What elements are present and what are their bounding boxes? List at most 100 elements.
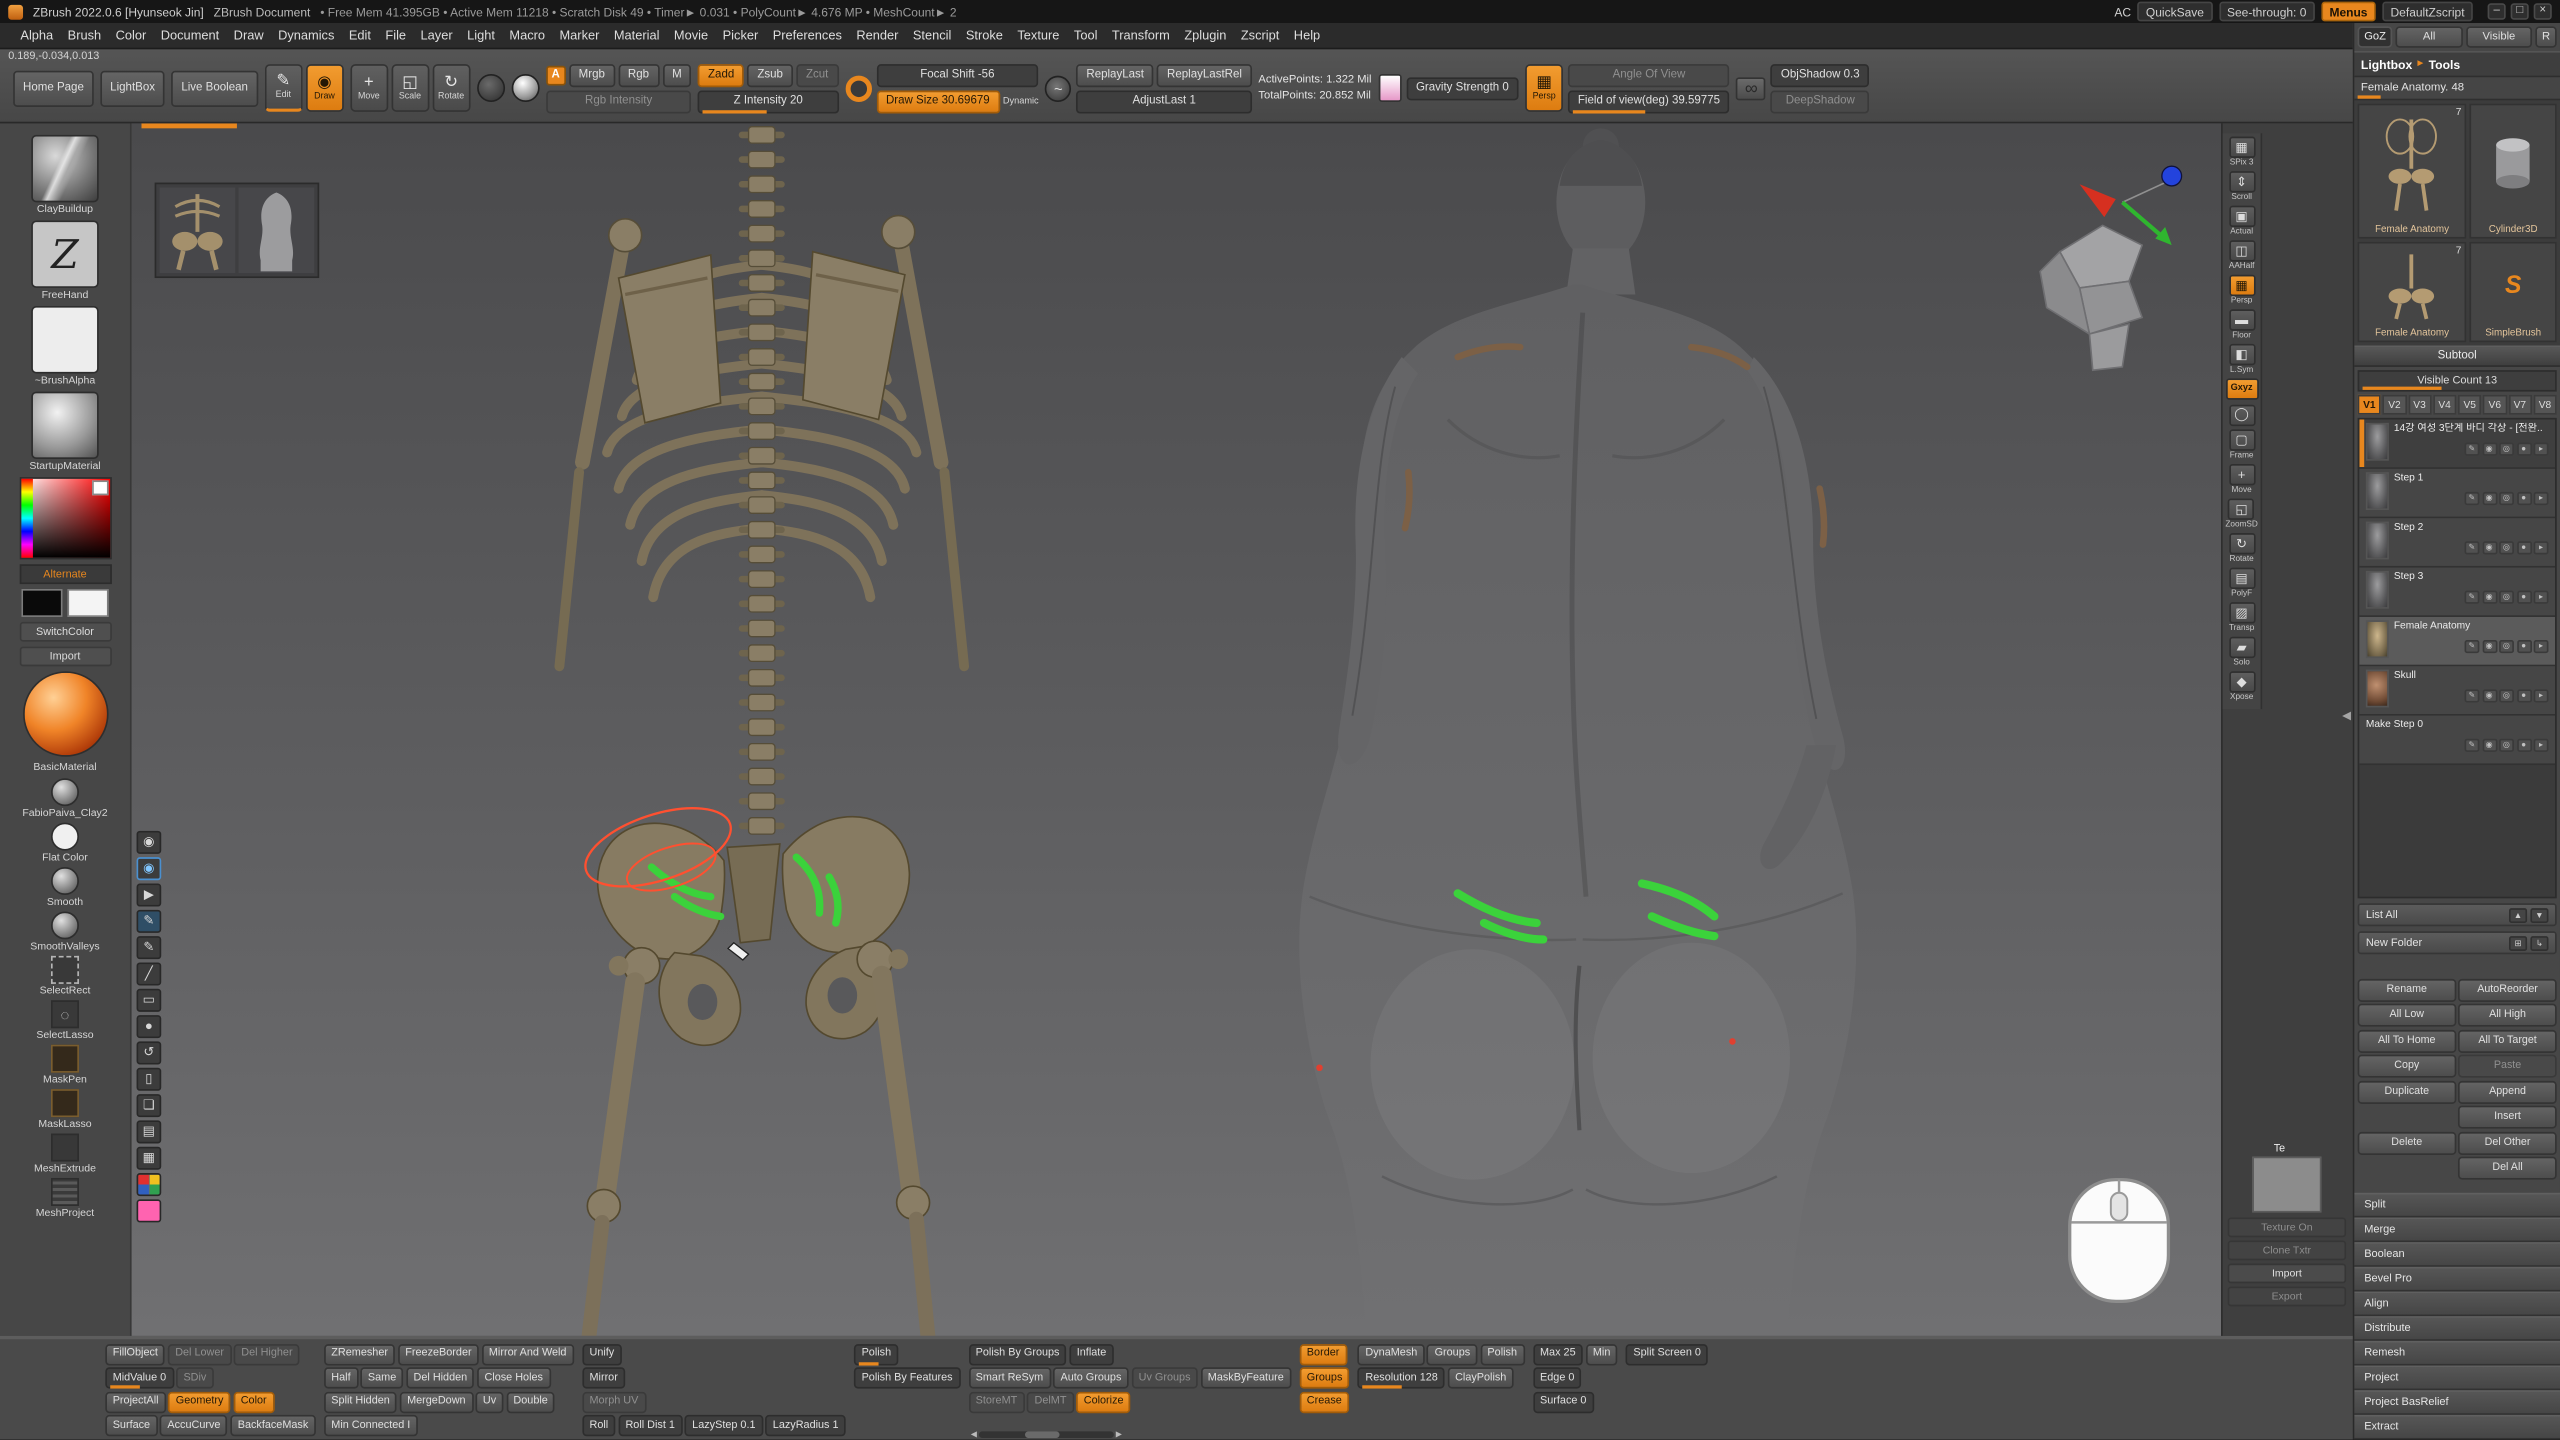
tool-button-morph-uv[interactable]: Morph UV [582,1391,646,1412]
menu-picker[interactable]: Picker [715,25,765,46]
action-autoreorder[interactable]: AutoReorder [2458,978,2556,1001]
tool-button-delmt[interactable]: DelMT [1027,1391,1074,1412]
subtool-row-make-step-0[interactable]: Make Step 0✎◉◎●▸ [2359,716,2555,765]
current-material-preview[interactable] [22,671,108,757]
zoom3d-button[interactable]: ◯ [2228,404,2254,425]
texture-export-button[interactable]: Export [2228,1287,2346,1307]
subtool-arrow-icon[interactable]: ▸ [2534,640,2549,653]
action-all-low[interactable]: All Low [2358,1004,2456,1027]
trash-icon[interactable]: ▯ [137,1068,162,1091]
adjust-last-slider[interactable]: AdjustLast 1 [1077,90,1252,113]
eraser-icon[interactable]: ▭ [137,989,162,1012]
menu-zplugin[interactable]: Zplugin [1177,25,1234,46]
menu-tool[interactable]: Tool [1067,25,1105,46]
goz-visible-button[interactable]: Visible [2466,26,2533,47]
tool-button-polish-by-features[interactable]: Polish By Features [854,1367,960,1388]
tool-button-freezeborder[interactable]: FreezeBorder [398,1343,479,1364]
section-split[interactable]: Split [2354,1193,2560,1218]
import-button[interactable]: Import [19,647,111,667]
thumbnail-skeleton[interactable] [160,188,236,274]
canvas-area[interactable]: ◉◉▶✎✎╱▭●↺▯❏▤▦ [132,123,2221,1336]
subtool-render-icon[interactable]: ◎ [2499,591,2514,604]
goz-button[interactable]: GoZ [2358,26,2393,47]
tool-button-storemt[interactable]: StoreMT [968,1391,1024,1412]
main-color-swatch[interactable] [21,589,62,617]
menu-zscript[interactable]: Zscript [1234,25,1287,46]
subtool-dot-icon[interactable]: ● [2516,689,2531,702]
body-model[interactable] [1299,128,1856,1336]
scroll-handle[interactable] [1025,1431,1060,1438]
stroke-replay-icon[interactable]: ~ [1045,75,1071,101]
switch-color-button[interactable]: SwitchColor [19,622,111,642]
subtool-row-skull[interactable]: Skull✎◉◎●▸ [2359,666,2555,715]
action-rename[interactable]: Rename [2358,978,2456,1001]
shadow-icon[interactable]: ∞ [1736,77,1766,100]
subtool-dot-icon[interactable]: ● [2516,492,2531,505]
tool-button-colorize[interactable]: Colorize [1076,1391,1131,1412]
color-swatch-mini[interactable] [91,480,107,495]
scroll-right-icon[interactable]: ▶ [1116,1430,1122,1440]
menu-marker[interactable]: Marker [552,25,606,46]
menu-draw[interactable]: Draw [226,25,270,46]
menu-movie[interactable]: Movie [667,25,716,46]
subtool-render-icon[interactable]: ◎ [2499,492,2514,505]
quick-item-meshproject[interactable]: MeshProject [36,1178,94,1218]
subtool-render-icon[interactable]: ◎ [2499,443,2514,456]
home-page-button[interactable]: Home Page [13,70,94,106]
zadd-button[interactable]: Zadd [698,63,744,86]
tool-button-del-lower[interactable]: Del Lower [168,1343,232,1364]
tool-button-mirror[interactable]: Mirror [582,1367,625,1388]
angle-of-view-slider[interactable]: Angle Of View [1568,63,1730,86]
action-append[interactable]: Append [2458,1080,2556,1103]
tool-button-groups[interactable]: Groups [1299,1367,1349,1388]
tool-button-del-higher[interactable]: Del Higher [234,1343,300,1364]
brush-startupmaterial[interactable]: StartupMaterial [29,392,100,473]
bpr-button[interactable]: ▦SPix 3 [2228,137,2254,167]
palette-icon[interactable] [137,1173,162,1196]
menu-render[interactable]: Render [849,25,906,46]
scroll-button[interactable]: ⇕Scroll [2228,171,2254,201]
tools-label[interactable]: Tools [2429,57,2461,72]
tool-button-smart-resym[interactable]: Smart ReSym [968,1367,1050,1388]
lightbox-button[interactable]: LightBox [100,70,165,106]
action-del-all[interactable]: Del All [2458,1157,2556,1180]
subtool-row-step-3[interactable]: Step 3✎◉◎●▸ [2359,568,2555,617]
subtool-row-step-1[interactable]: Step 1✎◉◎●▸ [2359,469,2555,518]
tool-button-maskbyfeature[interactable]: MaskByFeature [1200,1367,1291,1388]
menu-dynamics[interactable]: Dynamics [271,25,342,46]
menu-material[interactable]: Material [607,25,667,46]
quick-item-smoothvalleys[interactable]: SmoothValleys [30,911,99,951]
tool-button-lazyradius-1[interactable]: LazyRadius 1 [765,1415,846,1436]
action-all-to-home[interactable]: All To Home [2358,1029,2456,1052]
section-align[interactable]: Align [2354,1292,2560,1317]
subtool-tab-v7[interactable]: V7 [2508,395,2531,415]
quick-item-masklasso[interactable]: MaskLasso [38,1089,91,1129]
focal-shift-slider[interactable]: Focal Shift -56 [876,63,1039,86]
subtool-brush-icon[interactable]: ✎ [2465,591,2480,604]
floor-button[interactable]: ▬Floor [2228,309,2254,339]
texture-import-button[interactable]: Import [2228,1264,2346,1284]
subtool-brush-icon[interactable]: ✎ [2465,640,2480,653]
menus-button[interactable]: Menus [2321,2,2375,22]
subtool-brush-icon[interactable]: ✎ [2465,541,2480,554]
tool-button-claypolish[interactable]: ClayPolish [1448,1367,1514,1388]
persp-shelf-button[interactable]: ▦ Persp [1525,64,1563,112]
subtool-arrow-icon[interactable]: ▸ [2534,739,2549,752]
menu-transform[interactable]: Transform [1105,25,1177,46]
tool-button-projectall[interactable]: ProjectAll [105,1391,166,1412]
persp-button[interactable]: ▦Persp [2228,275,2254,305]
folder-arrow-icon[interactable]: ↳ [2530,935,2548,950]
tool-button-split-screen-0[interactable]: Split Screen 0 [1626,1343,1708,1364]
tool-button-zremesher[interactable]: ZRemesher [324,1343,395,1364]
goz-all-button[interactable]: All [2396,26,2463,47]
tool-button-border[interactable]: Border [1299,1343,1346,1364]
thumbnail-body[interactable] [239,188,315,274]
picker-pin-icon[interactable]: ◉ [137,831,162,854]
dot-icon[interactable]: ● [137,1015,162,1038]
tool-button-fillobject[interactable]: FillObject [105,1343,165,1364]
menu-alpha[interactable]: Alpha [13,25,60,46]
subtool-arrow-icon[interactable]: ▸ [2534,591,2549,604]
section-extract[interactable]: Extract [2354,1415,2560,1440]
alpha-swatch[interactable]: A [546,65,566,85]
menu-layer[interactable]: Layer [413,25,460,46]
